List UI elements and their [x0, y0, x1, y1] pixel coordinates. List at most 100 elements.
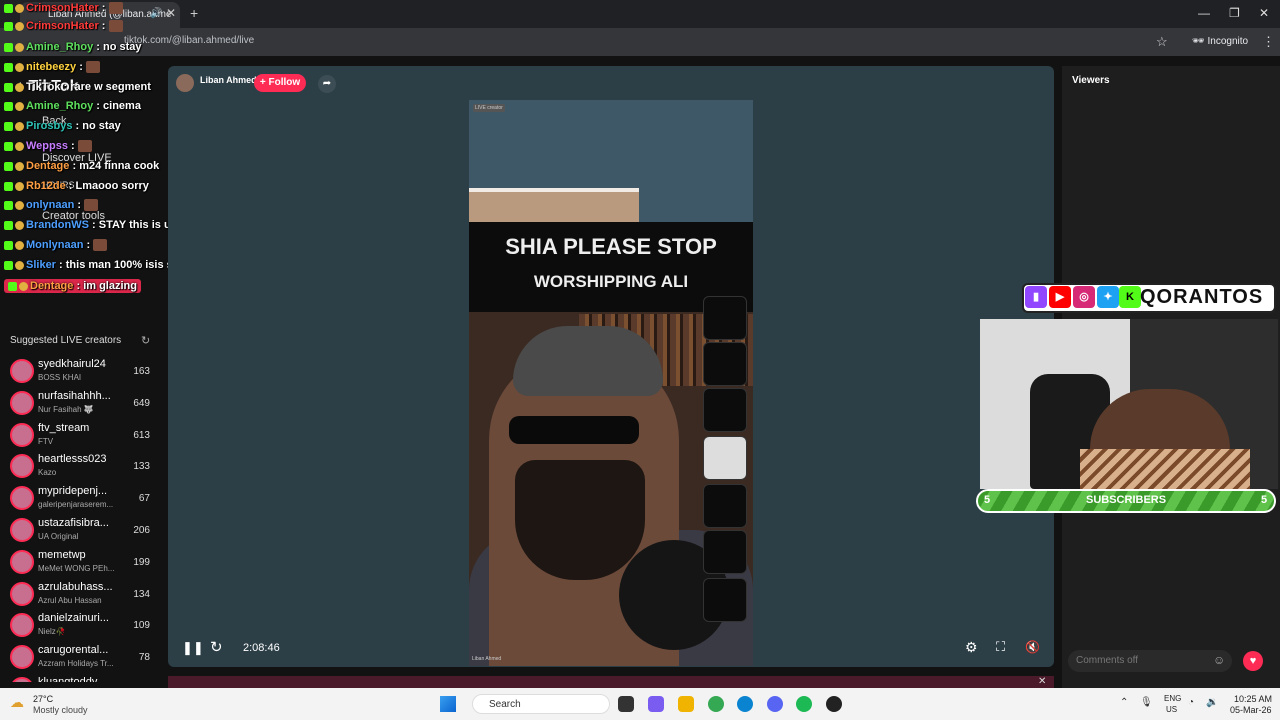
language-code[interactable]: ENG [1164, 694, 1181, 703]
creator-name: heartlesss023 [38, 453, 107, 466]
chat-message: CrimsonHater : [4, 20, 123, 33]
sub-badge-icon [15, 101, 24, 111]
taskbar-search[interactable]: Search [472, 694, 610, 714]
video-frame[interactable]: LIVE creator SHIA PLEASE STOP WORSHIPPIN… [469, 100, 753, 666]
task-view-icon[interactable] [618, 696, 634, 712]
video-headline-1: SHIA PLEASE STOP [505, 234, 717, 259]
copilot-icon[interactable] [648, 696, 664, 712]
creator-avatar[interactable] [10, 390, 34, 415]
suggested-creator[interactable]: azrulabuhass... Azrul Abu Hassan 134 [8, 580, 158, 610]
guest-thumbnail[interactable] [703, 578, 747, 622]
suggested-creator[interactable]: kluangtoddy [8, 675, 158, 682]
creator-avatar[interactable] [10, 359, 34, 383]
guest-thumbnail[interactable] [703, 296, 747, 340]
share-icon[interactable]: ➦ [318, 75, 336, 93]
heart-icon[interactable]: ♥ [1243, 651, 1263, 671]
mute-icon[interactable]: 🔇 [1025, 640, 1040, 654]
creator-name: syedkhairul24 [38, 358, 106, 370]
emoji-icon[interactable]: ☺ [1213, 653, 1225, 667]
chat-message: Rb12de : Lmaooo sorry [4, 180, 149, 192]
chrome-icon[interactable] [708, 696, 724, 712]
suggested-creator[interactable]: heartlesss023 Kazo 133 [8, 452, 158, 482]
refresh-icon[interactable]: ↻ [141, 334, 150, 347]
discord-icon[interactable] [767, 696, 783, 712]
wifi-icon[interactable]: ◔ [1188, 697, 1194, 708]
viewer-count: 109 [133, 620, 150, 632]
kick-icon: K [1119, 286, 1141, 308]
video-footer-name: Liban Ahmed [472, 656, 502, 662]
creator-subtitle: Kazo [38, 468, 57, 478]
pause-icon[interactable]: ❚❚ [182, 640, 204, 656]
suggested-creator[interactable]: syedkhairul24 BOSS KHAI 163 [8, 357, 158, 387]
guest-thumbnail[interactable] [703, 388, 747, 432]
viewer-count: 649 [133, 397, 150, 409]
creator-avatar[interactable] [10, 645, 34, 670]
suggested-creator[interactable]: ustazafisibra... UA Original 206 [8, 516, 158, 546]
suggested-creator[interactable]: memetwp MeMet WONG PEh... 199 [8, 548, 158, 578]
chat-separator: : [69, 160, 80, 172]
host-name[interactable]: Liban Ahmed [200, 75, 257, 85]
creator-avatar[interactable] [10, 518, 34, 542]
tray-chevron-icon[interactable]: ⌃ [1120, 697, 1128, 708]
close-window-icon[interactable]: ✕ [1259, 6, 1269, 20]
spotify-icon[interactable] [796, 696, 812, 712]
suggested-creator[interactable]: ftv_stream FTV 613 [8, 421, 158, 451]
menu-icon[interactable]: ⋮ [1262, 34, 1275, 50]
close-tab-icon[interactable]: ✕ [166, 6, 176, 20]
chat-separator: : [98, 20, 109, 32]
suggested-creator[interactable]: carugorental... Azzram Holidays Tr... 78 [8, 643, 158, 673]
restore-icon[interactable]: ❐ [1229, 6, 1240, 20]
chat-text: no stay [103, 41, 142, 53]
fullscreen-icon[interactable]: ⛶ [996, 639, 1005, 655]
viewers-title: Viewers [1072, 75, 1110, 86]
suggested-creator[interactable]: mypridepenj... galeripenjaraserem... 67 [8, 484, 158, 514]
chat-username: Amine_Rhoy [26, 100, 94, 112]
clock-date[interactable]: 05-Mar-26 [1230, 705, 1272, 715]
language-region[interactable]: US [1166, 705, 1177, 714]
chat-username: Weppss [26, 140, 68, 152]
chat-message: nitebeezy : [4, 61, 100, 74]
reload-icon[interactable]: ↻ [210, 638, 223, 656]
kick-badge-icon [4, 3, 13, 13]
creator-avatar[interactable] [10, 549, 34, 574]
weather-icon[interactable]: ☁ [10, 694, 24, 711]
emote-icon [85, 61, 100, 74]
new-tab-icon[interactable]: + [190, 5, 198, 21]
creator-subtitle: galeripenjaraserem... [38, 500, 114, 510]
speaker-icon[interactable]: 🔊 [150, 8, 162, 19]
file-explorer-icon[interactable] [678, 696, 694, 712]
host-avatar[interactable] [176, 74, 194, 92]
creator-avatar[interactable] [10, 613, 34, 638]
creator-subtitle: BOSS KHAI [38, 373, 82, 382]
volume-icon[interactable]: 🔉 [1206, 697, 1218, 708]
creator-avatar[interactable] [10, 581, 34, 606]
creator-avatar[interactable] [10, 486, 34, 511]
kick-badge-icon [4, 101, 13, 111]
suggested-creator[interactable]: danielzainuri... Nielz🥀 109 [8, 611, 158, 641]
guest-thumbnail[interactable] [703, 530, 747, 574]
clock-time[interactable]: 10:25 AM [1234, 694, 1272, 704]
edge-icon[interactable] [737, 696, 753, 712]
guest-thumbnail[interactable] [703, 484, 747, 528]
incognito-indicator[interactable]: 🕶 Incognito [1192, 36, 1248, 47]
suggested-creator[interactable]: nurfasihahhh... Nur Fasihah 🐺 649 [8, 389, 158, 419]
bookmark-star-icon[interactable]: ☆ [1156, 34, 1168, 50]
creator-avatar[interactable] [10, 454, 34, 479]
settings-icon[interactable]: ⚙ [965, 639, 978, 656]
guest-thumbnail[interactable] [703, 436, 747, 480]
chat-separator: : [93, 100, 104, 112]
weather-desc[interactable]: Mostly cloudy [33, 705, 88, 715]
minimize-icon[interactable]: — [1198, 6, 1210, 20]
weather-temp[interactable]: 27°C [33, 694, 53, 704]
start-button[interactable] [440, 696, 456, 712]
obs-icon[interactable] [826, 696, 842, 712]
microphone-icon[interactable]: 🎙 [1140, 697, 1153, 708]
guest-thumbnail[interactable] [703, 342, 747, 386]
creator-avatar[interactable] [10, 677, 34, 682]
url-field[interactable]: tiktok.com/@liban.ahmed/live [80, 35, 1140, 51]
creator-avatar[interactable] [10, 422, 34, 447]
close-icon[interactable]: ✕ [1038, 676, 1046, 687]
chat-text: no stay [82, 120, 121, 132]
comment-input[interactable]: Comments off [1068, 650, 1232, 672]
follow-button[interactable]: + Follow [254, 74, 306, 92]
